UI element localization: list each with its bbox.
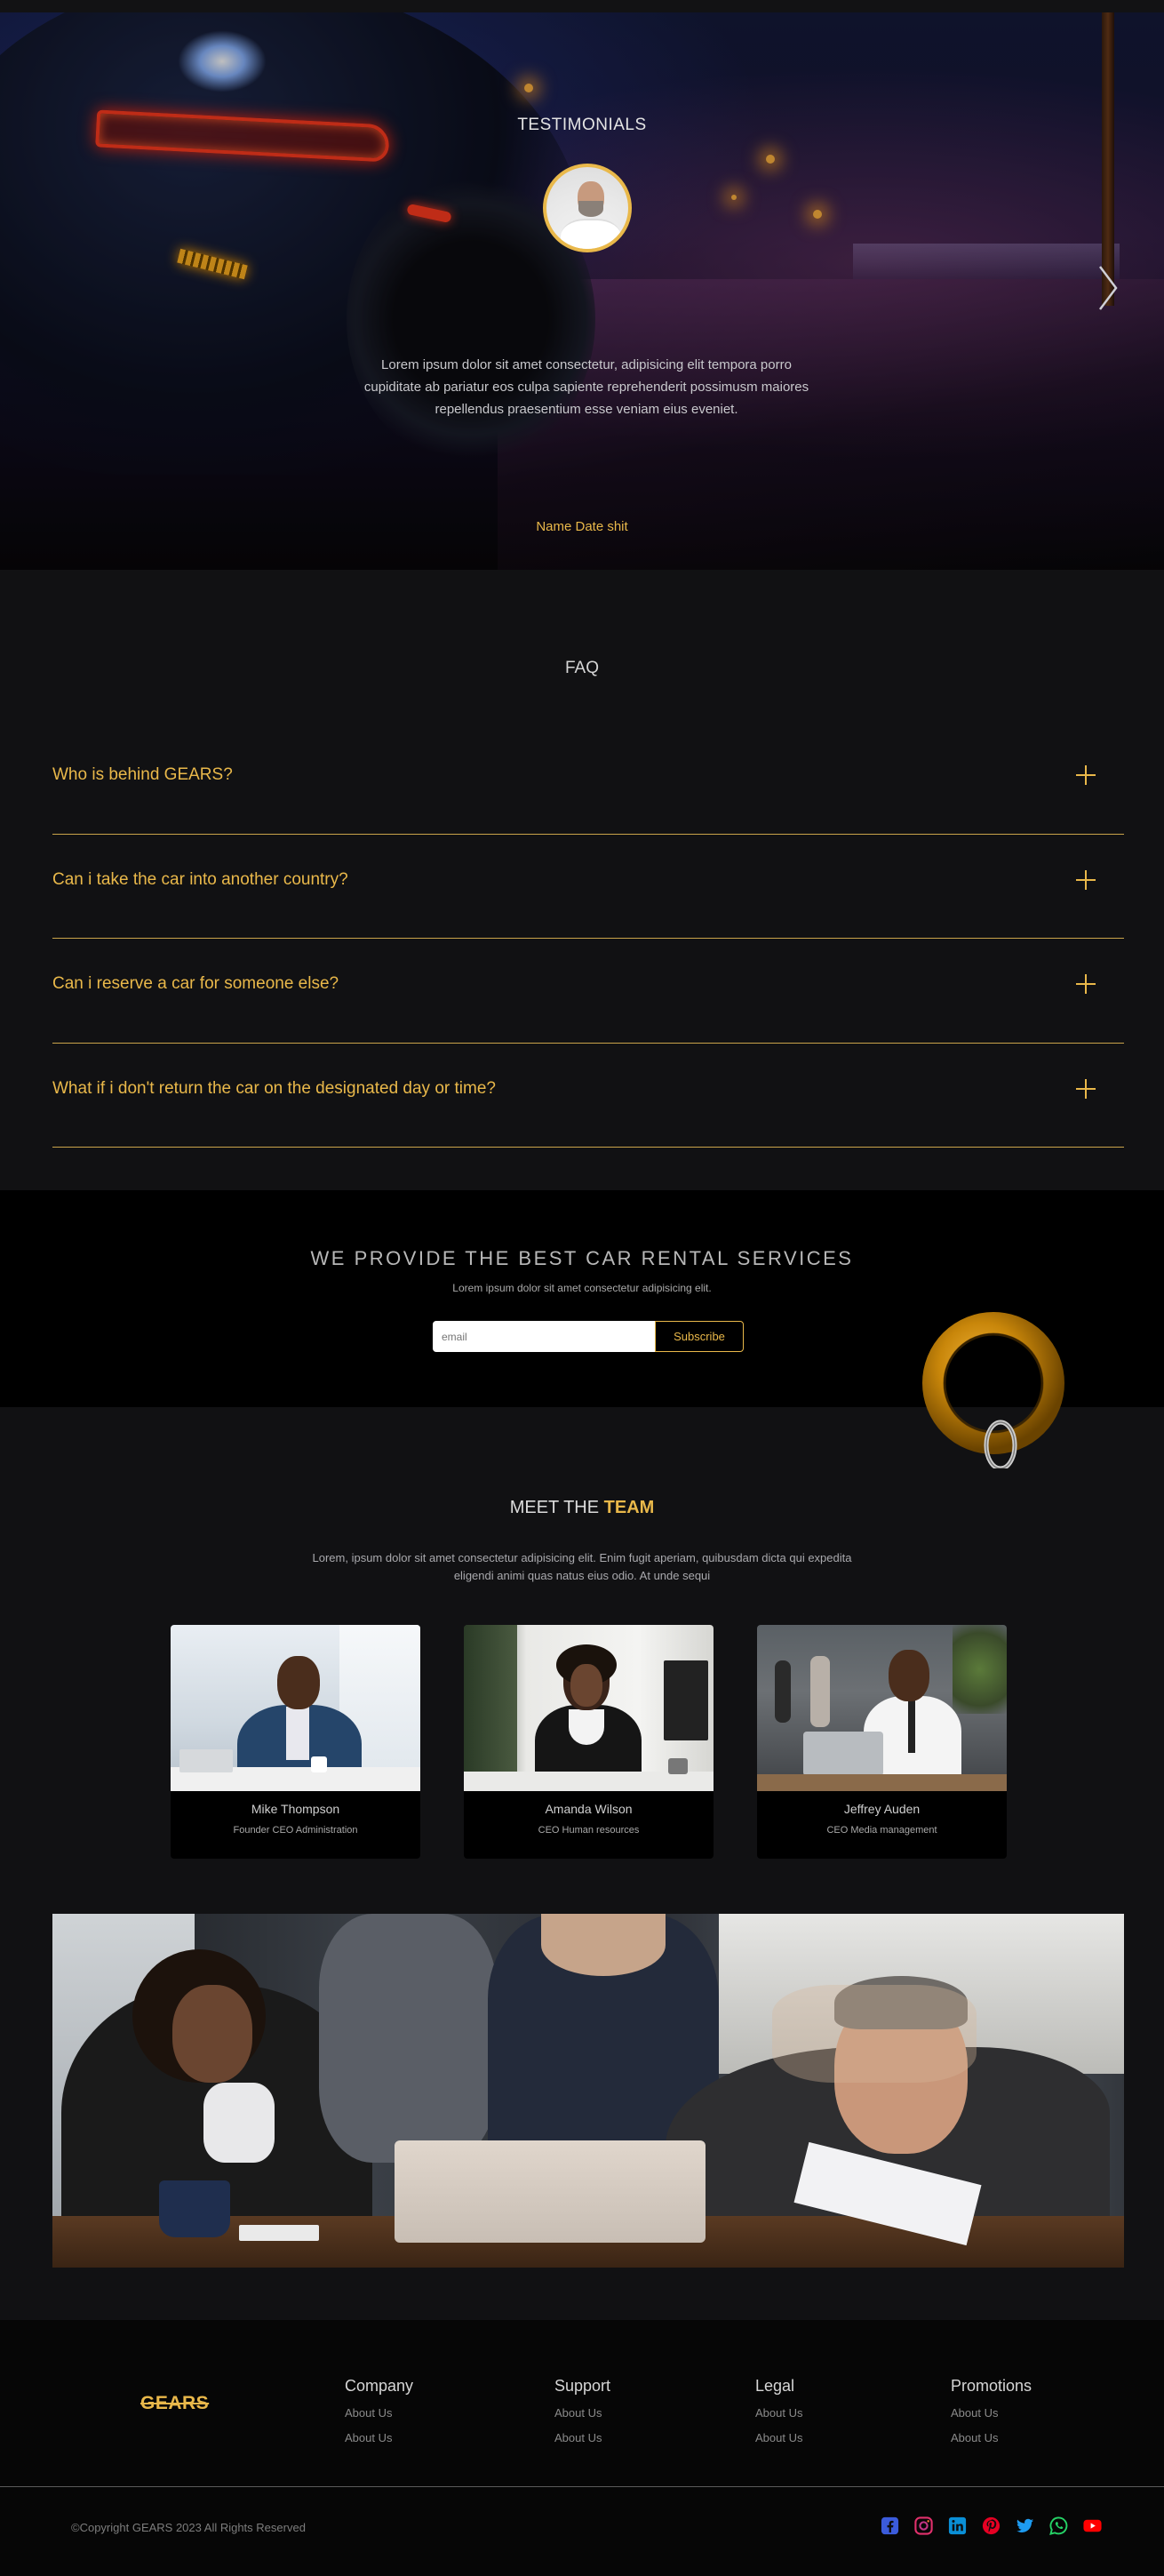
subscribe-button[interactable]: Subscribe [655,1321,744,1352]
team-section: MEET THE TEAM Lorem, ipsum dolor sit ame… [0,1407,1164,2320]
testimonial-avatar [543,164,632,252]
team-card[interactable]: Amanda Wilson CEO Human resources [464,1625,714,1859]
footer-link[interactable]: About Us [554,2431,610,2444]
faq-section: FAQ Who is behind GEARS? Can i take the … [0,570,1164,1190]
team-card[interactable]: Mike Thompson Founder CEO Administration [171,1625,420,1859]
pinterest-icon[interactable] [981,2516,1001,2536]
member-role: CEO Human resources [538,1825,640,1836]
facebook-icon[interactable] [880,2516,900,2536]
footer-column-title: Legal [755,2377,795,2395]
footer-divider [0,2486,1164,2487]
footer-link[interactable]: About Us [755,2406,802,2420]
newsletter-subtitle: Lorem ipsum dolor sit amet consectetur a… [452,1282,712,1294]
member-role: CEO Media management [826,1825,937,1836]
footer-column-legal: Legal About Us About Us [755,2377,802,2456]
footer-link[interactable]: About Us [951,2431,1032,2444]
whatsapp-icon[interactable] [1048,2516,1069,2536]
twitter-icon[interactable] [1015,2516,1035,2536]
footer-brand-logo[interactable]: GEARS [140,2393,209,2414]
image-overlay [0,12,1164,570]
faq-title: FAQ [564,659,599,677]
faq-item[interactable]: What if i don't return the car on the de… [52,1044,1124,1148]
testimonial-author: Name Date shit [536,519,628,534]
testimonial-quote: Lorem ipsum dolor sit amet consectetur, … [363,357,809,417]
member-role: Founder CEO Administration [233,1825,358,1836]
faq-item[interactable]: Who is behind GEARS? [52,730,1124,835]
member-name: Jeffrey Auden [843,1802,921,1816]
key-ring-icon [922,1312,1064,1468]
email-input[interactable] [433,1321,655,1352]
footer-column-support: Support About Us About Us [554,2377,610,2456]
footer-column-title: Promotions [951,2377,1032,2395]
testimonials-section: TESTIMONIALS Lorem ipsum dolor sit amet … [0,12,1164,570]
newsletter-section: WE PROVIDE THE BEST CAR RENTAL SERVICES … [0,1190,1164,1468]
member-name: Mike Thompson [251,1802,340,1816]
footer-column-title: Company [345,2377,414,2395]
subscribe-form: Subscribe [433,1321,744,1352]
footer-link[interactable]: About Us [345,2431,413,2444]
team-photo [757,1625,1007,1791]
faq-question: Can i take the car into another country? [52,869,348,889]
footer-link[interactable]: About Us [755,2431,802,2444]
testimonials-title: TESTIMONIALS [517,116,647,134]
team-photo [171,1625,420,1791]
faq-item[interactable]: Can i reserve a car for someone else? [52,939,1124,1044]
faq-question: Can i reserve a car for someone else? [52,974,339,993]
instagram-icon[interactable] [913,2516,934,2536]
footer-link[interactable]: About Us [554,2406,610,2420]
team-title: MEET THE TEAM [0,1498,1164,1518]
linkedin-icon[interactable] [947,2516,968,2536]
faq-question: What if i don't return the car on the de… [52,1078,496,1098]
youtube-icon[interactable] [1082,2516,1103,2536]
newsletter-title: WE PROVIDE THE BEST CAR RENTAL SERVICES [310,1247,854,1269]
copyright-text: ©Copyright GEARS 2023 All Rights Reserve… [71,2521,306,2534]
plus-icon[interactable] [1076,765,1096,785]
footer-column-title: Support [554,2377,611,2395]
footer-column-company: Company About Us About Us [345,2377,413,2456]
plus-icon[interactable] [1076,1078,1096,1099]
social-links [880,2516,1103,2536]
team-photo [464,1625,714,1791]
footer-link[interactable]: About Us [345,2406,413,2420]
plus-icon[interactable] [1076,869,1096,890]
team-title-prefix: MEET THE [509,1498,600,1517]
top-bar [0,0,1164,12]
footer: GEARS Company About Us About Us Support … [0,2320,1164,2576]
team-title-highlight: TEAM [603,1498,655,1517]
team-lead: Lorem, ipsum dolor sit amet consectetur … [312,1551,852,1582]
plus-icon[interactable] [1076,974,1096,994]
chevron-right-icon[interactable] [1095,263,1121,313]
faq-item[interactable]: Can i take the car into another country? [52,835,1124,939]
faq-list: Who is behind GEARS? Can i take the car … [52,730,1124,1148]
footer-link[interactable]: About Us [951,2406,1032,2420]
team-meeting-photo [52,1914,1124,2268]
footer-column-promotions: Promotions About Us About Us [951,2377,1032,2456]
team-card[interactable]: Jeffrey Auden CEO Media management [757,1625,1007,1859]
faq-question: Who is behind GEARS? [52,765,233,784]
member-name: Amanda Wilson [545,1802,633,1816]
